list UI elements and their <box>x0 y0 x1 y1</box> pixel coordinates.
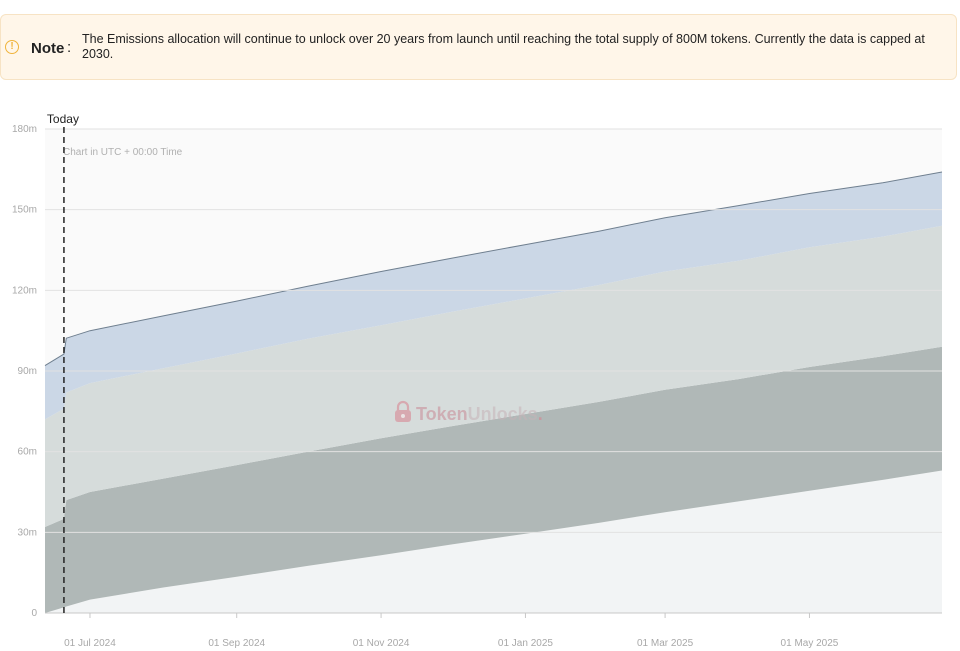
timezone-label: Chart in UTC + 00:00 Time <box>63 147 183 158</box>
tokenunlocks-watermark: TokenUnlocks. <box>395 400 543 424</box>
x-tick-label: 01 May 2025 <box>781 638 839 649</box>
y-tick-label: 120m <box>12 285 37 296</box>
x-tick-label: 01 Jan 2025 <box>498 638 553 649</box>
x-tick-label: 01 Jul 2024 <box>64 638 116 649</box>
x-tick-label: 01 Sep 2024 <box>208 638 265 649</box>
x-tick-label: 01 Nov 2024 <box>353 638 410 649</box>
svg-text:TokenUnlocks.: TokenUnlocks. <box>416 404 543 424</box>
x-tick-label: 01 Mar 2025 <box>637 638 694 649</box>
y-tick-label: 180m <box>12 124 37 135</box>
emissions-chart: 0 30m 60m 90m 120m 150m 180m 01 Jul 2024 01 Sep… <box>12 112 943 649</box>
y-tick-label: 150m <box>12 205 37 216</box>
x-axis: 01 Jul 2024 01 Sep 2024 01 Nov 2024 01 Jan … <box>64 613 839 649</box>
y-tick-label: 90m <box>18 366 37 377</box>
y-tick-label: 0 <box>31 608 37 619</box>
brand-dot: . <box>538 404 543 424</box>
y-tick-label: 30m <box>18 527 37 538</box>
y-tick-label: 60m <box>18 447 37 458</box>
y-axis-ticks: 0 30m 60m 90m 120m 150m 180m <box>12 124 37 619</box>
today-label: Today <box>47 112 79 126</box>
brand-unlocks: Unlocks <box>468 404 538 424</box>
brand-token: Token <box>416 404 468 424</box>
